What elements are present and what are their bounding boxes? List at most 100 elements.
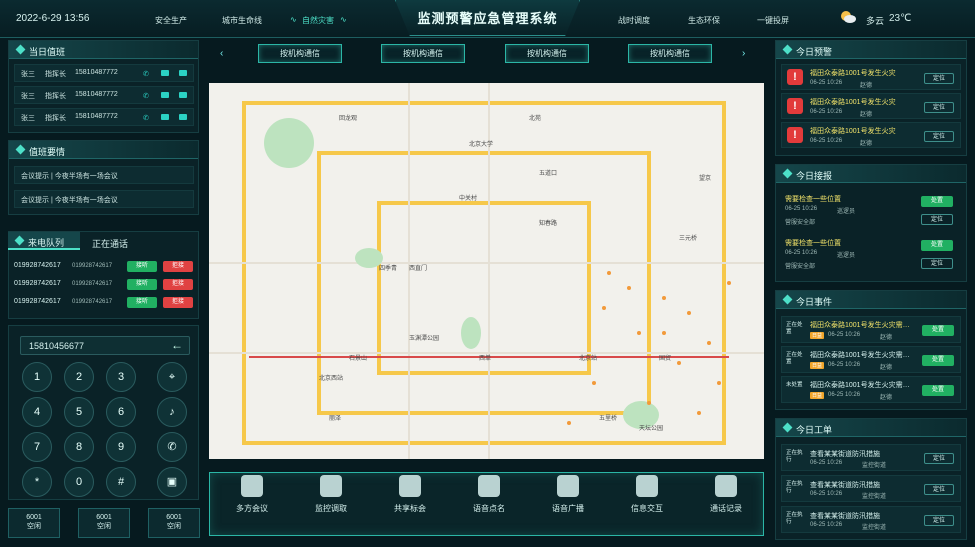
tool-button[interactable]: 监控调取 [301, 475, 361, 514]
note-item[interactable]: 会议提示 | 今夜半场有一场会议 [14, 166, 194, 184]
tab-org-4[interactable]: 按机构通信 [628, 44, 712, 63]
nav-safety[interactable]: 安全生产 [155, 15, 187, 26]
reject-button[interactable]: 拒接 [163, 279, 193, 290]
locate-button[interactable]: 定位 [924, 453, 954, 464]
tool-button[interactable]: 信息交互 [617, 475, 677, 514]
next-arrow-icon[interactable]: › [742, 48, 745, 59]
nav-eco[interactable]: 生态环保 [688, 15, 720, 26]
warning-text[interactable]: 福田众泰路1001号发生火灾 [810, 126, 896, 136]
locate-button[interactable]: 定位 [924, 102, 954, 113]
handle-button[interactable]: 处置 [922, 385, 954, 396]
locate-button[interactable]: 定位 [924, 73, 954, 84]
tool-button[interactable]: 语音广播 [538, 475, 598, 514]
event-item[interactable]: 未处置 福田众泰路1001号发生火灾需… 日益 06-25 10:26 赵德 处… [781, 376, 961, 403]
handle-button[interactable]: 处置 [922, 325, 954, 336]
event-text[interactable]: 福田众泰路1001号发生火灾需… [810, 320, 910, 330]
locate-button[interactable]: 定位 [921, 258, 953, 269]
locate-button[interactable]: 定位 [924, 515, 954, 526]
video-icon[interactable] [161, 92, 169, 98]
tool-label: 多方会议 [236, 504, 268, 513]
seat[interactable]: 6001 空闲 [148, 508, 200, 538]
handle-button[interactable]: 处置 [922, 355, 954, 366]
tool-button[interactable]: 共享标会 [380, 475, 440, 514]
duty-title: 当日值班 [9, 41, 198, 59]
warning-item[interactable]: ! 福田众泰路1001号发生火灾 06-25 10:26 赵德 定位 [781, 122, 961, 148]
tool-button[interactable]: 多方会议 [222, 475, 282, 514]
note-item[interactable]: 会议提示 | 今夜半场有一场会议 [14, 190, 194, 208]
dial-key[interactable]: 7 [22, 432, 52, 462]
duty-role: 指挥长 [45, 93, 66, 100]
message-icon[interactable] [179, 92, 187, 98]
dial-key[interactable]: 0 [64, 467, 94, 497]
dial-key[interactable]: * [22, 467, 52, 497]
handle-button[interactable]: 处置 [921, 196, 953, 207]
order-status: 正在执行 [786, 481, 803, 494]
dial-key[interactable]: 1 [22, 362, 52, 392]
tool-button[interactable]: 通话记录 [696, 475, 756, 514]
map-label: 知春路 [539, 221, 558, 227]
dial-input-box[interactable]: 15810456677 ← [20, 336, 190, 355]
event-text[interactable]: 福田众泰路1001号发生火灾需… [810, 350, 910, 360]
dial-key[interactable]: # [106, 467, 136, 497]
event-status: 正在处置 [786, 352, 803, 365]
tab-org-2[interactable]: 按机构通信 [381, 44, 465, 63]
message-icon[interactable] [179, 114, 187, 120]
dial-input[interactable]: 15810456677 [29, 341, 84, 351]
warning-text[interactable]: 福田众泰路1001号发生火灾 [810, 68, 896, 78]
reject-button[interactable]: 拒接 [163, 297, 193, 308]
mic-icon[interactable]: ♪ [157, 397, 187, 427]
map-label: 石景山 [349, 356, 368, 362]
warning-item[interactable]: ! 福田众泰路1001号发生火灾 06-25 10:26 赵德 定位 [781, 64, 961, 90]
tool-button[interactable]: 语音点名 [459, 475, 519, 514]
nav-disaster[interactable]: 自然灾害 [302, 15, 334, 26]
event-item[interactable]: 正在处置 福田众泰路1001号发生火灾需… 日益 06-25 10:26 赵德 … [781, 346, 961, 373]
seat[interactable]: 6001 空闲 [78, 508, 130, 538]
nav-lifeline[interactable]: 城市生命线 [222, 15, 262, 26]
backspace-icon[interactable]: ← [171, 338, 183, 352]
dial-key[interactable]: 5 [64, 397, 94, 427]
warning-item[interactable]: ! 福田众泰路1001号发生火灾 06-25 10:26 赵德 定位 [781, 93, 961, 119]
report-item[interactable]: 需要检查一些位置 06-25 10:26 巡逻员 营服安全部 处置 定位 [781, 234, 961, 274]
dial-key[interactable]: 9 [106, 432, 136, 462]
contact-icon[interactable]: ▣ [157, 467, 187, 497]
message-icon[interactable] [179, 70, 187, 76]
accept-button[interactable]: 接听 [127, 297, 157, 308]
order-item[interactable]: 正在执行 查看某某街道防汛措施 06-25 10:26 监控街道 定位 [781, 444, 961, 471]
nav-dispatch[interactable]: 战时调度 [618, 15, 650, 26]
tool-label: 语音广播 [552, 504, 584, 513]
phone-icon[interactable]: ✆ [143, 114, 151, 122]
tab-org-3[interactable]: 按机构通信 [505, 44, 589, 63]
city-map[interactable]: 五道口 北京大学 中关村 知春路 西直门 四季青 石景山 玉渊潭公园 西单 北京站 天坛公园 国贸 三元… [209, 83, 764, 459]
event-item[interactable]: 正在处置 福田众泰路1001号发生火灾需… 日益 06-25 10:26 赵德 … [781, 316, 961, 343]
dial-key[interactable]: 3 [106, 362, 136, 392]
dial-key[interactable]: 2 [64, 362, 94, 392]
tab-org-1[interactable]: 按机构通信 [258, 44, 342, 63]
nav-cast[interactable]: 一键投屏 [757, 15, 789, 26]
locate-button[interactable]: 定位 [924, 131, 954, 142]
dial-key[interactable]: 6 [106, 397, 136, 427]
warning-time: 06-25 10:26 [810, 138, 843, 144]
reject-button[interactable]: 拒接 [163, 261, 193, 272]
locate-button[interactable]: 定位 [921, 214, 953, 225]
dial-key[interactable]: 8 [64, 432, 94, 462]
order-item[interactable]: 正在执行 查看某某街道防汛措施 06-25 10:26 监控街道 定位 [781, 506, 961, 533]
seat[interactable]: 6001 空闲 [8, 508, 60, 538]
video-icon[interactable] [161, 70, 169, 76]
handle-button[interactable]: 处置 [921, 240, 953, 251]
call-icon[interactable]: ✆ [157, 432, 187, 462]
phone-icon[interactable]: ✆ [143, 70, 151, 78]
phone-icon[interactable]: ✆ [143, 92, 151, 100]
satellite-icon[interactable]: ⌖ [157, 362, 187, 392]
accept-button[interactable]: 接听 [127, 279, 157, 290]
tab-in-call[interactable]: 正在通话 [92, 237, 128, 250]
dial-key[interactable]: 4 [22, 397, 52, 427]
prev-arrow-icon[interactable]: ‹ [220, 48, 223, 59]
warning-text[interactable]: 福田众泰路1001号发生火灾 [810, 97, 896, 107]
video-icon[interactable] [161, 114, 169, 120]
warning-person: 赵德 [860, 141, 873, 147]
report-item[interactable]: 需要检查一些位置 06-25 10:26 巡逻员 营服安全部 处置 定位 [781, 190, 961, 230]
order-item[interactable]: 正在执行 查看某某街道防汛措施 06-25 10:26 监控街道 定位 [781, 475, 961, 502]
accept-button[interactable]: 接听 [127, 261, 157, 272]
locate-button[interactable]: 定位 [924, 484, 954, 495]
event-text[interactable]: 福田众泰路1001号发生火灾需… [810, 380, 910, 390]
